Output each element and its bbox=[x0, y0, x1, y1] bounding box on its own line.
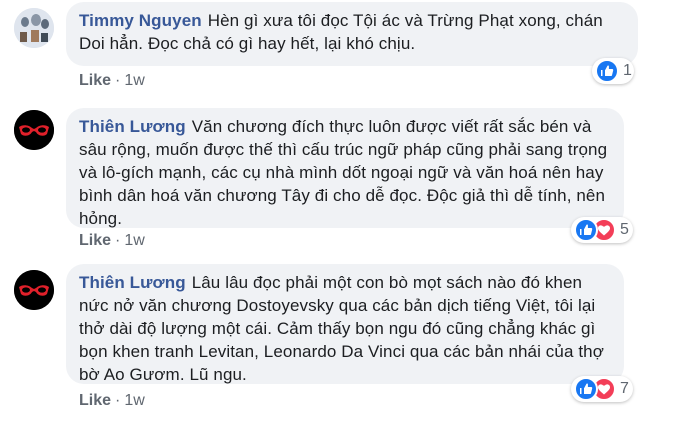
separator: · bbox=[115, 72, 121, 89]
like-reaction-icon bbox=[574, 218, 598, 242]
timestamp[interactable]: 1w bbox=[124, 72, 144, 89]
reaction-summary[interactable]: 7 bbox=[571, 376, 633, 402]
comment-bubble: Timmy Nguyen Hèn gì xưa tôi đọc Tội ác và… bbox=[66, 2, 638, 66]
separator: · bbox=[115, 232, 121, 249]
timestamp[interactable]: 1w bbox=[124, 232, 144, 249]
comment-meta: Like · 1w bbox=[79, 232, 145, 250]
like-button[interactable]: Like bbox=[79, 392, 111, 409]
like-button[interactable]: Like bbox=[79, 232, 111, 249]
avatar[interactable] bbox=[14, 270, 54, 310]
avatar[interactable] bbox=[14, 110, 54, 150]
like-button[interactable]: Like bbox=[79, 72, 111, 89]
reaction-summary[interactable]: 5 bbox=[571, 217, 633, 243]
like-reaction-icon bbox=[574, 377, 598, 401]
like-reaction-icon bbox=[595, 59, 619, 83]
comment-meta: Like · 1w bbox=[79, 392, 145, 410]
separator: · bbox=[115, 392, 121, 409]
comment-author[interactable]: Thiên Lương bbox=[79, 117, 186, 136]
reaction-count: 1 bbox=[623, 62, 632, 79]
comment-bubble: Thiên Lương Lâu lâu đọc phải một con bò m… bbox=[66, 264, 624, 384]
avatar[interactable] bbox=[14, 8, 54, 48]
comment-author[interactable]: Timmy Nguyen bbox=[79, 11, 202, 30]
comment-author[interactable]: Thiên Lương bbox=[79, 273, 186, 292]
reaction-count: 7 bbox=[620, 380, 629, 397]
reaction-summary[interactable]: 1 bbox=[592, 58, 634, 84]
timestamp[interactable]: 1w bbox=[124, 392, 144, 409]
reaction-count: 5 bbox=[620, 221, 629, 238]
comment-bubble: Thiên Lương Văn chương đích thực luôn đượ… bbox=[66, 108, 624, 228]
comment-meta: Like · 1w bbox=[79, 72, 145, 90]
